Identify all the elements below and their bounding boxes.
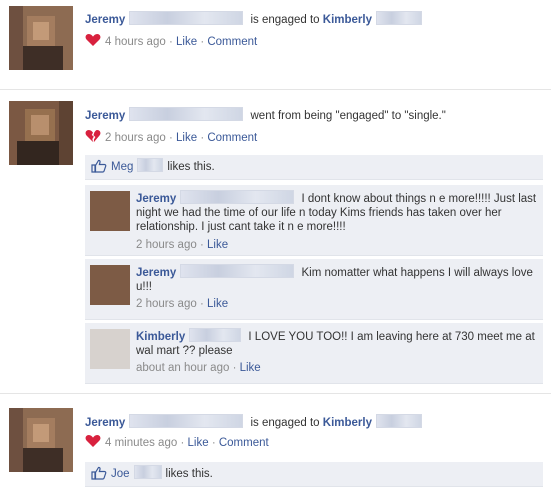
commenter-name[interactable]: Jeremy xyxy=(136,267,176,279)
redacted-surname xyxy=(189,328,242,342)
commenter-avatar[interactable] xyxy=(90,265,130,305)
actor-name[interactable]: Jeremy xyxy=(85,14,125,26)
story-engaged-1: Jeremy is engaged to Kimberly 4 hours ag… xyxy=(0,0,551,82)
heart-icon xyxy=(85,33,101,52)
story-text: Jeremy is engaged to Kimberly xyxy=(85,11,525,28)
commenter-avatar[interactable] xyxy=(90,329,130,369)
comment-meta: 2 hours ago · Like xyxy=(136,239,229,251)
redacted-surname xyxy=(129,11,244,25)
comment-body: Kimberly I LOVE YOU TOO!! I am leaving h… xyxy=(136,328,538,358)
redacted-surname xyxy=(129,107,244,121)
thumbs-up-icon xyxy=(91,465,107,480)
story-divider xyxy=(0,89,551,90)
comment-timestamp[interactable]: 2 hours ago xyxy=(136,239,197,251)
avatar[interactable] xyxy=(9,6,73,70)
comment-like-link[interactable]: Like xyxy=(207,298,228,310)
comment-link[interactable]: Comment xyxy=(207,132,257,144)
comment-item: Jeremy Kim nomatter what happens I will … xyxy=(85,258,543,320)
commenter-name[interactable]: Jeremy xyxy=(136,193,176,205)
comment-item: Jeremy I dont know about things n e more… xyxy=(85,184,543,256)
story-action: went from being "engaged" to "single." xyxy=(250,110,446,122)
story-single: Jeremy went from being "engaged" to "sin… xyxy=(0,96,551,386)
comment-meta: 2 hours ago · Like xyxy=(136,298,229,310)
timestamp[interactable]: 4 minutes ago xyxy=(105,437,177,449)
liker-name[interactable]: Joe xyxy=(111,468,130,480)
comment-meta: about an hour ago · Like xyxy=(136,362,261,374)
story-meta: 4 minutes ago · Like · Comment xyxy=(85,434,269,453)
timestamp[interactable]: 2 hours ago xyxy=(105,132,166,144)
story-engaged-2: Jeremy is engaged to Kimberly 4 minutes … xyxy=(0,400,551,495)
comment-body: Jeremy Kim nomatter what happens I will … xyxy=(136,264,538,294)
commenter-name[interactable]: Kimberly xyxy=(136,331,185,343)
redacted-surname xyxy=(137,158,164,172)
comment-like-link[interactable]: Like xyxy=(240,362,261,374)
likes-text: likes this. xyxy=(165,468,213,480)
redacted-surname xyxy=(133,465,162,479)
commenter-avatar[interactable] xyxy=(90,191,130,231)
comment-link[interactable]: Comment xyxy=(207,36,257,48)
comment-link[interactable]: Comment xyxy=(219,437,269,449)
avatar[interactable] xyxy=(9,408,73,472)
comment-item: Kimberly I LOVE YOU TOO!! I am leaving h… xyxy=(85,322,543,384)
story-divider xyxy=(0,393,551,394)
likes-bar: Joe likes this. xyxy=(85,462,543,487)
redacted-surname xyxy=(129,414,244,428)
liker-name[interactable]: Meg xyxy=(111,161,133,173)
target-name[interactable]: Kimberly xyxy=(323,14,372,26)
actor-name[interactable]: Jeremy xyxy=(85,417,125,429)
redacted-surname xyxy=(375,414,422,428)
heart-icon xyxy=(85,434,101,453)
actor-name[interactable]: Jeremy xyxy=(85,110,125,122)
avatar[interactable] xyxy=(9,101,73,165)
target-name[interactable]: Kimberly xyxy=(323,417,372,429)
story-action: is engaged to xyxy=(250,417,320,429)
like-link[interactable]: Like xyxy=(176,132,197,144)
broken-heart-icon xyxy=(85,129,101,148)
likes-bar: Meg likes this. xyxy=(85,155,543,180)
story-meta: 4 hours ago · Like · Comment xyxy=(85,33,257,52)
story-action: is engaged to xyxy=(250,14,320,26)
timestamp[interactable]: 4 hours ago xyxy=(105,36,166,48)
story-meta: 2 hours ago · Like · Comment xyxy=(85,129,257,148)
comment-body: Jeremy I dont know about things n e more… xyxy=(136,190,538,234)
likes-text: likes this. xyxy=(167,161,215,173)
comment-timestamp[interactable]: 2 hours ago xyxy=(136,298,197,310)
story-text: Jeremy is engaged to Kimberly xyxy=(85,414,525,431)
thumbs-up-icon xyxy=(91,158,107,173)
redacted-surname xyxy=(180,190,295,204)
redacted-surname xyxy=(375,11,422,25)
story-text: Jeremy went from being "engaged" to "sin… xyxy=(85,107,525,124)
redacted-surname xyxy=(180,264,295,278)
like-link[interactable]: Like xyxy=(176,36,197,48)
comment-timestamp[interactable]: about an hour ago xyxy=(136,362,229,374)
like-link[interactable]: Like xyxy=(188,437,209,449)
comment-like-link[interactable]: Like xyxy=(207,239,228,251)
